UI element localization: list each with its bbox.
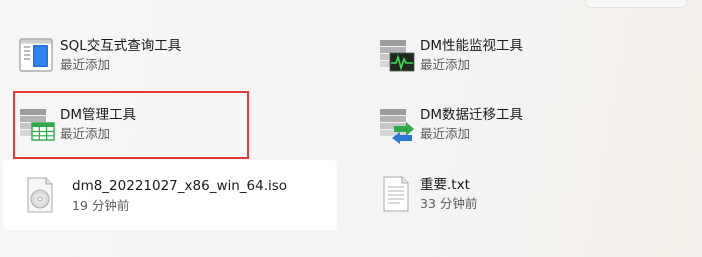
recent-item-data-migration[interactable]: DM数据迁移工具 最近添加 [362,93,692,155]
recent-item-text-file[interactable]: 重要.txt 33 分钟前 [362,163,692,225]
item-title: DM性能监视工具 [420,38,524,54]
performance-monitor-icon [376,35,416,75]
item-subtitle: 最近添加 [60,57,111,72]
disc-image-icon [19,175,59,215]
item-subtitle: 最近添加 [420,126,471,141]
sql-query-tool-icon [16,35,56,75]
top-tab-edge [585,0,687,8]
item-title: DM数据迁移工具 [420,107,524,123]
item-title: DM管理工具 [60,107,137,123]
item-title: 重要.txt [420,177,470,193]
item-subtitle: 最近添加 [420,57,471,72]
data-migration-icon [376,104,416,144]
dm-manager-icon [16,104,56,144]
recent-item-performance-monitor[interactable]: DM性能监视工具 最近添加 [362,24,692,86]
item-subtitle: 19 分钟前 [72,198,130,213]
item-title: SQL交互式查询工具 [60,38,182,54]
recent-item-sql-query-tool[interactable]: SQL交互式查询工具 最近添加 [2,24,332,86]
item-subtitle: 最近添加 [60,126,111,141]
recent-item-iso-file[interactable]: dm8_20221027_x86_win_64.iso 19 分钟前 [3,160,337,230]
item-subtitle: 33 分钟前 [420,196,478,211]
item-title: dm8_20221027_x86_win_64.iso [72,178,288,194]
text-file-icon [376,174,416,214]
recent-item-dm-manager[interactable]: DM管理工具 最近添加 [2,93,332,155]
